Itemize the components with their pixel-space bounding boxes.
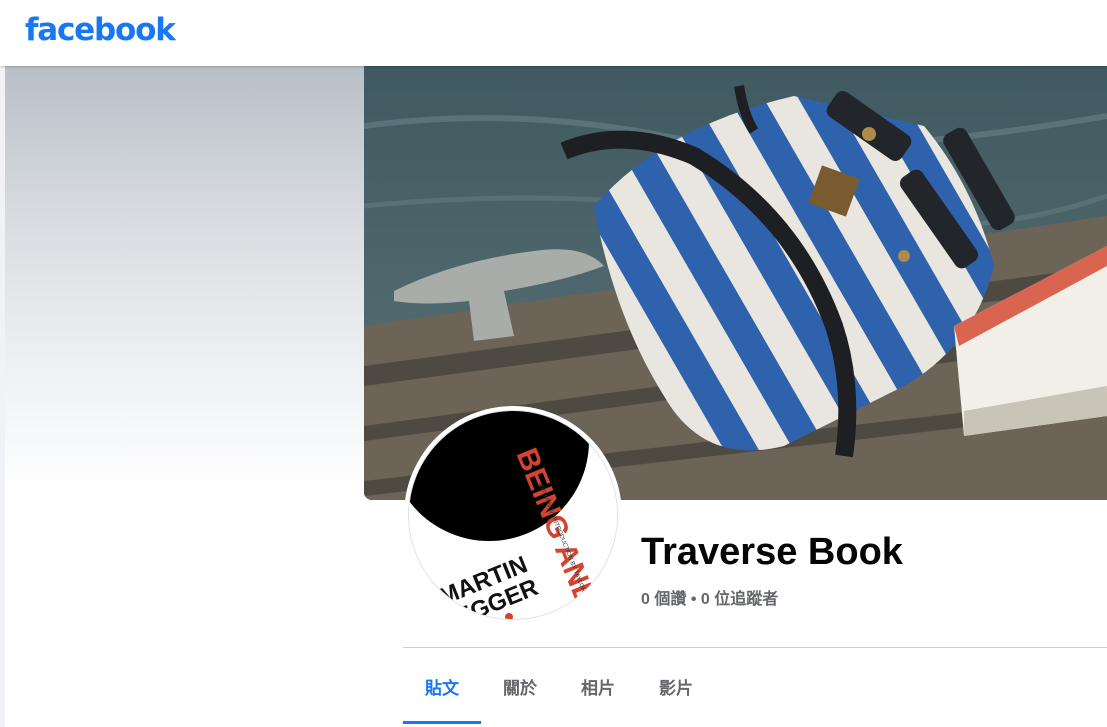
profile-picture-image: BEING AND TIM MARTIN IDEGGER WITH A NEW … xyxy=(409,411,617,619)
likes-count-link[interactable]: 0 個讚 xyxy=(641,585,686,609)
page-stats: 0 個讚 • 0 位追蹤者 xyxy=(641,585,778,609)
top-navigation-bar: facebook xyxy=(0,0,1107,66)
left-background-gradient xyxy=(5,66,365,727)
book-cover-illustration: BEING AND TIM MARTIN IDEGGER WITH A NEW … xyxy=(409,411,617,619)
profile-picture[interactable]: BEING AND TIM MARTIN IDEGGER WITH A NEW … xyxy=(404,406,622,624)
stats-separator: • xyxy=(690,591,697,608)
followers-count-link[interactable]: 0 位追蹤者 xyxy=(701,585,778,609)
page-title: Traverse Book xyxy=(641,531,903,573)
tab-posts[interactable]: 貼文 xyxy=(403,648,481,724)
facebook-logo[interactable]: facebook xyxy=(25,12,176,48)
tab-photos[interactable]: 相片 xyxy=(559,648,637,724)
tab-about[interactable]: 關於 xyxy=(481,648,559,724)
profile-tabs: 貼文 關於 相片 影片 xyxy=(403,648,715,727)
tab-videos[interactable]: 影片 xyxy=(637,648,715,724)
